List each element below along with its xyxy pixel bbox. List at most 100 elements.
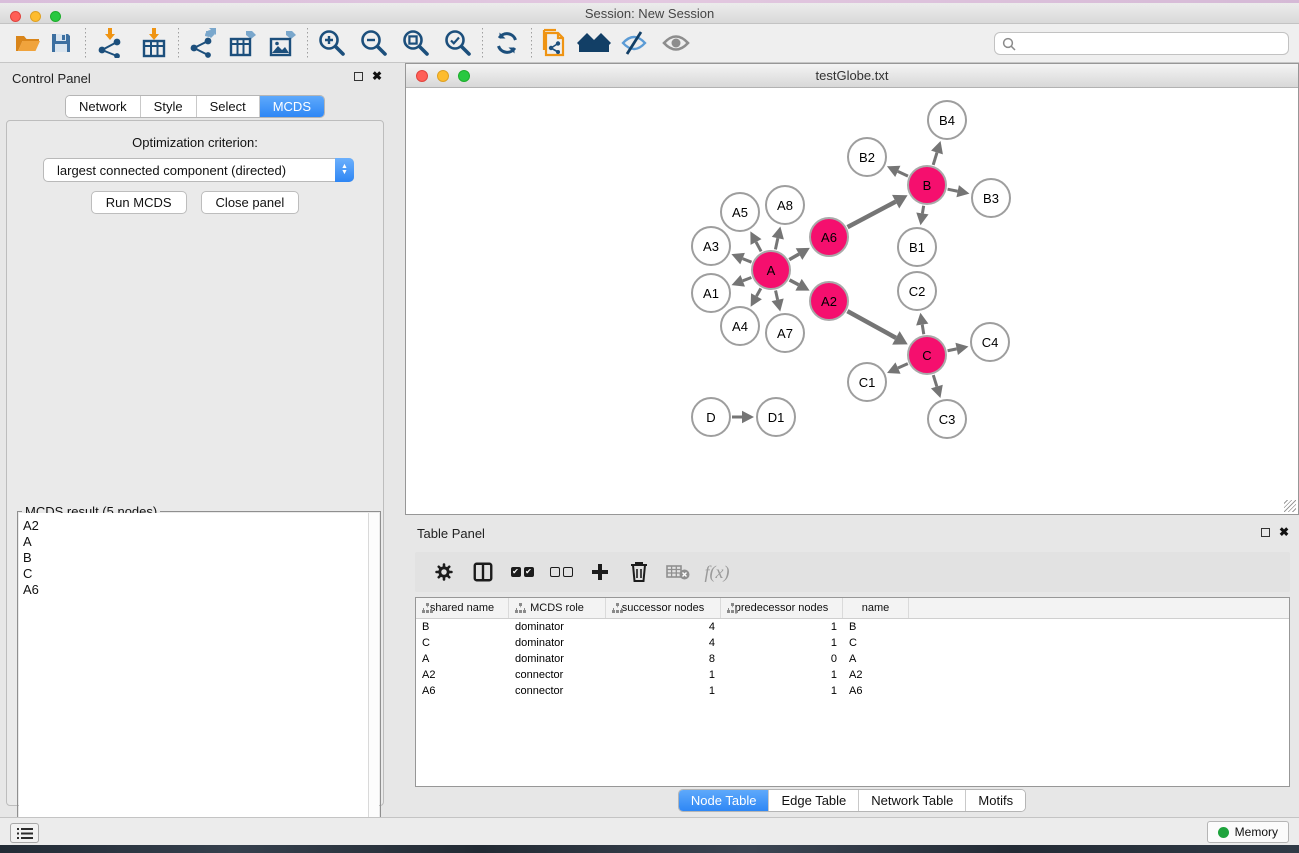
table-cell[interactable]: A6 [843,685,909,697]
show-hidden-icon[interactable] [659,27,693,59]
table-cell[interactable]: 8 [606,653,721,665]
tab-motifs[interactable]: Motifs [966,790,1025,811]
import-table-icon[interactable] [137,27,171,59]
graph-edge[interactable] [776,290,778,299]
table-cell[interactable]: dominator [509,637,606,649]
result-scrollbar[interactable] [368,513,379,853]
graph-node-D1[interactable]: D1 [756,397,796,437]
graph-node-C2[interactable]: C2 [897,271,937,311]
zoom-window-button[interactable] [50,11,61,22]
table-cell[interactable]: dominator [509,653,606,665]
tab-style[interactable]: Style [141,96,197,117]
table-cell[interactable]: A6 [416,685,509,697]
table-cell[interactable]: connector [509,685,606,697]
graph-node-C1[interactable]: C1 [847,362,887,402]
result-list-item[interactable]: A2 [23,518,364,534]
tab-network-table[interactable]: Network Table [859,790,966,811]
close-window-button[interactable] [10,11,21,22]
graph-edge[interactable] [790,280,799,285]
resize-grip-icon[interactable] [1284,500,1296,512]
graph-node-B1[interactable]: B1 [897,227,937,267]
graph-edge[interactable] [922,206,923,214]
result-list-item[interactable]: A [23,534,364,550]
export-network-icon[interactable] [186,27,220,59]
result-list-item[interactable]: C [23,566,364,582]
destroy-network-icon[interactable] [539,27,573,59]
criterion-dropdown[interactable]: largest connected component (directed) ▲… [43,158,354,182]
minimize-window-button[interactable] [30,11,41,22]
graph-node-B3[interactable]: B3 [971,178,1011,218]
graph-edge[interactable] [898,364,908,368]
table-cell[interactable]: A2 [843,669,909,681]
settings-gear-icon[interactable] [429,557,459,587]
graph-node-A2[interactable]: A2 [809,281,849,321]
float-panel-icon[interactable] [354,72,363,81]
graph-edge[interactable] [743,259,752,263]
table-cell[interactable]: 1 [606,685,721,697]
table-cell[interactable]: C [843,637,909,649]
graph-edge[interactable] [756,288,760,296]
table-cell[interactable]: connector [509,669,606,681]
graph-edge[interactable] [948,189,958,191]
zoom-out-icon[interactable] [357,27,391,59]
result-list-item[interactable]: A6 [23,582,364,598]
column-header-name[interactable]: name [843,598,909,618]
graph-node-A5[interactable]: A5 [720,192,760,232]
graph-node-A3[interactable]: A3 [691,226,731,266]
mcds-result-list[interactable]: A2ABCA6 [19,513,368,853]
table-cell[interactable]: 1 [606,669,721,681]
table-row[interactable]: Adominator80A [416,651,1289,667]
network-zoom-button[interactable] [458,70,470,82]
graph-edge[interactable] [898,171,908,176]
show-all-icon[interactable] [577,27,611,59]
table-cell[interactable]: 1 [721,669,843,681]
float-table-panel-icon[interactable] [1261,528,1270,537]
table-row[interactable]: Bdominator41B [416,619,1289,635]
graph-node-A8[interactable]: A8 [765,185,805,225]
graph-node-C4[interactable]: C4 [970,322,1010,362]
graph-edge[interactable] [948,349,957,351]
delete-column-icon[interactable] [624,557,654,587]
graph-edge[interactable] [933,152,937,164]
zoom-fit-icon[interactable] [399,27,433,59]
table-row[interactable]: A2connector11A2 [416,667,1289,683]
table-cell[interactable]: 4 [606,621,721,633]
hide-selected-icon[interactable] [617,27,651,59]
delete-table-icon[interactable] [663,557,693,587]
graph-node-A[interactable]: A [751,250,791,290]
result-list-item[interactable]: B [23,550,364,566]
graph-edge[interactable] [922,325,924,335]
table-cell[interactable]: 1 [721,637,843,649]
graph-node-A7[interactable]: A7 [765,313,805,353]
graph-edge[interactable] [848,202,896,228]
graph-node-B[interactable]: B [907,165,947,205]
memory-button[interactable]: Memory [1207,821,1289,843]
table-cell[interactable]: B [843,621,909,633]
refresh-view-icon[interactable] [490,27,524,59]
graph-edge[interactable] [743,278,752,281]
tab-select[interactable]: Select [197,96,260,117]
table-cell[interactable]: dominator [509,621,606,633]
tab-node-table[interactable]: Node Table [679,790,770,811]
select-all-check-icon[interactable]: ✔✔ [507,557,537,587]
zoom-in-icon[interactable] [315,27,349,59]
task-history-button[interactable] [10,823,39,843]
graph-edge[interactable] [756,242,761,251]
graph-node-B4[interactable]: B4 [927,100,967,140]
table-cell[interactable]: 0 [721,653,843,665]
table-cell[interactable]: A [416,653,509,665]
graph-node-A1[interactable]: A1 [691,273,731,313]
graph-edge[interactable] [775,238,777,249]
graph-edge[interactable] [789,254,799,260]
graph-node-D[interactable]: D [691,397,731,437]
close-table-panel-icon[interactable]: ✖ [1279,527,1289,537]
graph-node-C[interactable]: C [907,335,947,375]
column-header-MCDS-role[interactable]: MCDS role [509,598,606,618]
table-row[interactable]: A6connector11A6 [416,683,1289,699]
graph-node-C3[interactable]: C3 [927,399,967,439]
table-cell[interactable]: 1 [721,621,843,633]
table-cell[interactable]: A2 [416,669,509,681]
network-close-button[interactable] [416,70,428,82]
open-session-icon[interactable] [10,27,44,59]
network-view-titlebar[interactable]: testGlobe.txt [406,64,1298,88]
